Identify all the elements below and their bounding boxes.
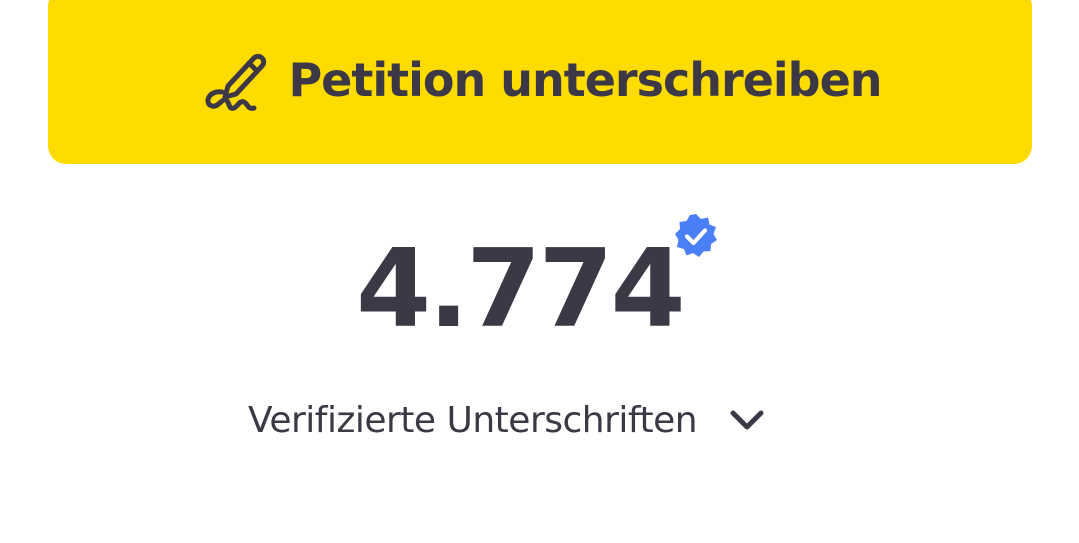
sign-petition-label: Petition unterschreiben [288, 53, 882, 107]
pen-signature-icon [198, 42, 274, 118]
chevron-down-icon [727, 400, 767, 440]
signature-count: 4.774 [356, 227, 686, 352]
verified-check-badge-icon [672, 212, 720, 260]
signature-counter: 4.774 [0, 205, 1079, 355]
verified-signatures-label: Verifizierte Unterschriften [248, 399, 698, 441]
verified-signatures-toggle[interactable]: Verifizierte Unterschriften [248, 392, 767, 448]
sign-petition-button[interactable]: Petition unterschreiben [48, 0, 1032, 164]
sign-petition-button-content: Petition unterschreiben [198, 42, 883, 118]
